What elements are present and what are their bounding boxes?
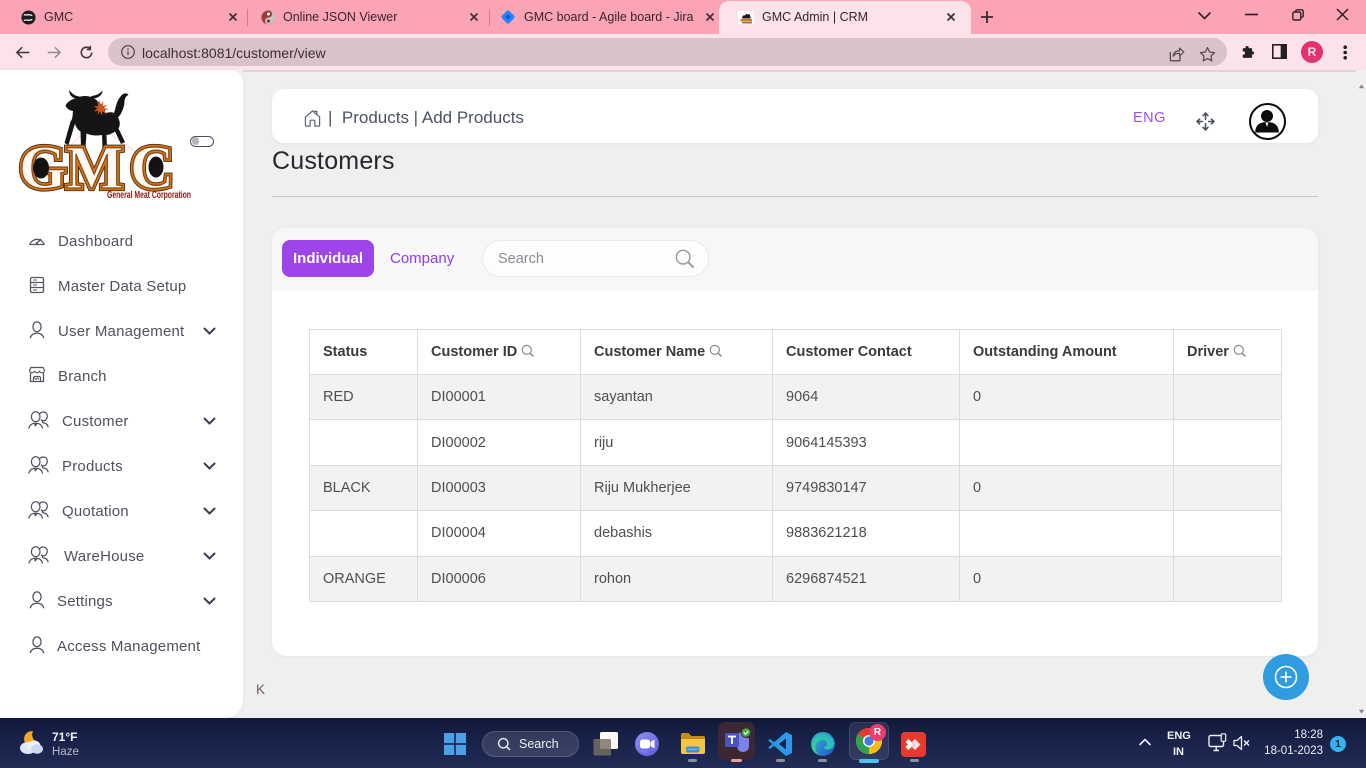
svg-text:General Meat Corporation: General Meat Corporation [107, 190, 191, 201]
